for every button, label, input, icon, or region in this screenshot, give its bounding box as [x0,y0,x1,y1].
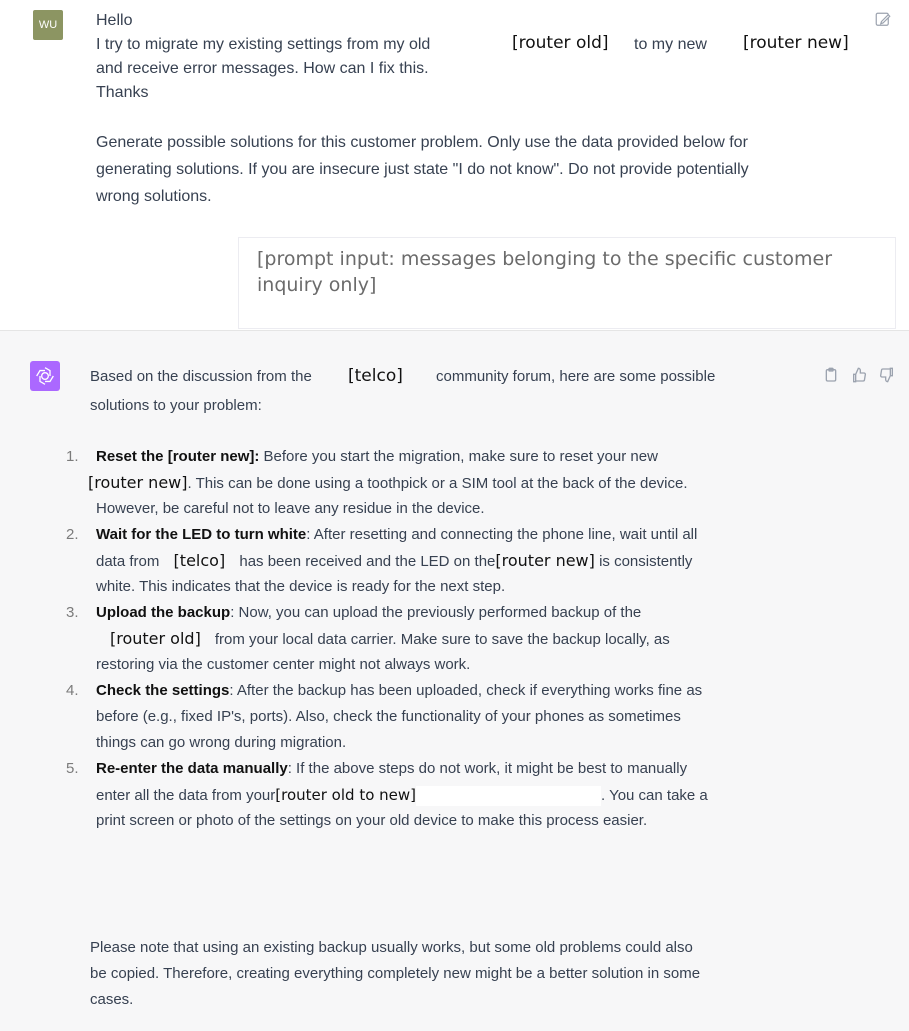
thumbs-down-icon[interactable] [879,367,895,383]
item-text: is consistently [599,553,693,570]
item-text: . This can be done using a toothpick or … [187,475,688,492]
item-text: Before you start the migration, make sur… [263,448,658,465]
user-avatar-initials: WU [38,19,58,31]
list-item: 2. Wait for the LED to turn white: After… [66,522,786,600]
item-text: : If the above steps do not work, it mig… [287,760,688,777]
user-line: Generate possible solutions for this cus… [96,134,748,151]
item-text: print screen or photo of the settings on… [96,812,648,829]
list-item: 4. Check the settings: After the backup … [66,678,786,756]
item-text: restoring via the customer center might … [96,656,471,673]
user-line: generating solutions. If you are insecur… [96,161,749,178]
message-actions [823,367,895,383]
user-line: wrong solutions. [96,188,212,205]
assistant-intro: Based on the discussion from the [telco]… [90,365,790,418]
assistant-message: Based on the discussion from the [telco]… [0,330,909,1031]
user-line: I try to migrate my existing settings fr… [96,36,431,53]
router-old-token: [router old] [512,33,609,53]
item-text: : Now, you can upload the previously per… [230,604,642,621]
item-text: before (e.g., fixed IP's, ports). Also, … [96,708,681,725]
router-new-token: [router new] [167,448,255,465]
item-text: enter all the data from your [96,787,276,804]
item-text: white. This indicates that the device is… [96,578,506,595]
closing-line: cases. [90,991,134,1008]
router-new-token: [router new] [495,551,595,570]
item-text: has been received and the LED on the [239,553,496,570]
telco-token: [telco] [173,551,226,570]
user-message-text: Hello I try to migrate my existing setti… [96,9,876,209]
intro-text: Based on the discussion from the [90,368,312,385]
router-old-token: [router old] [110,629,201,648]
assistant-closing: Please note that using an existing backu… [90,935,810,1013]
intro-text: solutions to your problem: [90,397,262,414]
item-title: Upload the backup [96,604,231,621]
list-item: 3. Upload the backup: Now, you can uploa… [66,600,786,678]
user-line: and receive error messages. How can I fi… [96,60,429,77]
item-title: : [254,448,260,465]
prompt-input-text: [prompt input: messages belonging to the… [257,248,833,296]
item-title: Check the settings [96,682,230,699]
item-title: Reset the [96,448,168,465]
closing-line: be copied. Therefore, creating everythin… [90,965,701,982]
edit-icon[interactable] [874,11,892,29]
item-text: things can go wrong during migration. [96,734,347,751]
thumbs-up-icon[interactable] [851,367,867,383]
intro-text: community forum, here are some possible [436,368,716,385]
item-text: from your local data carrier. Make sure … [214,631,670,648]
item-text: : After the backup has been uploaded, ch… [229,682,703,699]
router-old-to-new-token: [router old to new] [275,786,417,804]
item-text: . You can take a [601,787,708,804]
prompt-input-placeholder: [prompt input: messages belonging to the… [238,237,896,329]
list-item: 1. Reset the [router new]: Before you st… [66,444,786,522]
user-line: to my new [634,36,707,53]
item-title: Wait for the LED to turn white [96,526,307,543]
router-new-token: [router new] [743,33,849,53]
user-message: WU Hello I try to migrate my existing se… [0,0,909,330]
item-text: : After resetting and connecting the pho… [306,526,698,543]
item-text: data from [96,553,160,570]
openai-logo-icon [30,361,60,391]
telco-token: [telco] [348,366,403,386]
user-line: Hello [96,12,133,29]
user-line: Thanks [96,84,149,101]
solution-list: 1. Reset the [router new]: Before you st… [66,444,786,834]
list-item: 5. Re-enter the data manually: If the ab… [66,756,786,834]
item-title: Re-enter the data manually [96,760,288,777]
item-text: However, be careful not to leave any res… [96,500,485,517]
router-new-token: [router new] [88,473,188,492]
closing-line: Please note that using an existing backu… [90,939,693,956]
redaction-box [416,786,602,807]
user-avatar: WU [33,10,63,40]
copy-icon[interactable] [823,367,839,383]
